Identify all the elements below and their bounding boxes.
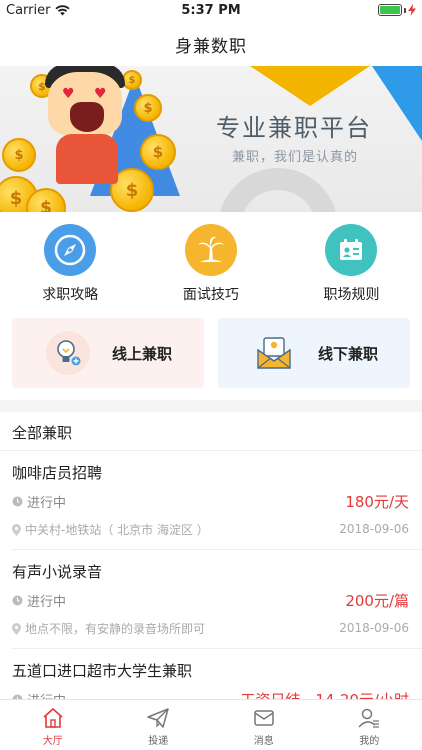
job-status-text: 进行中 [27,595,67,610]
mascot-mouth [70,102,104,132]
status-time: 5:37 PM [181,3,241,18]
banner-decor-ring [218,168,338,212]
job-status: 进行中 [12,591,66,610]
tab-messages[interactable]: 消息 [211,700,317,750]
job-status-text: 进行中 [27,496,67,511]
heart-eye-icon: ♥ [62,86,75,102]
section-title: 全部兼职 [12,424,73,442]
tab-deliver[interactable]: 投递 [106,700,212,750]
job-location: 地点不限，有安静的录音场所即可 [12,620,205,637]
job-list-item[interactable]: 咖啡店员招聘 进行中 180元/天 中关村-地铁站（ 北京市 海淀区 ） 201… [0,451,422,550]
location-pin-icon [12,523,21,536]
tab-label: 我的 [359,736,380,747]
job-pay: 180元/天 [345,493,409,511]
page-title: 身兼数职 [175,36,247,57]
palm-tree-icon [184,224,237,276]
coin-icon: $ [122,70,142,90]
job-date: 2018-09-06 [339,621,409,635]
coin-icon: $ [2,138,36,172]
coin-icon: $ [140,134,176,170]
job-date: 2018-09-06 [339,522,409,536]
nav-bar: 身兼数职 [0,22,422,66]
home-icon [43,707,63,728]
job-location-text: 地点不限，有安静的录音场所即可 [25,622,206,636]
quick-link-label: 职场规则 [323,287,380,303]
location-pin-icon [12,622,21,635]
tab-profile[interactable]: 我的 [317,700,422,750]
quick-link-interview-tips[interactable]: 面试技巧 [141,212,282,310]
status-bar: Carrier 5:37 PM [0,0,422,22]
mascot-body [56,134,118,184]
heart-eye-icon: ♥ [94,86,107,102]
tab-hall[interactable]: 大厅 [0,700,106,750]
charging-bolt-icon [408,4,416,16]
battery-icon [378,4,416,16]
tab-label: 投递 [148,736,169,747]
job-location: 中关村-地铁站（ 北京市 海淀区 ） [12,521,209,538]
banner-decor-triangle [372,66,422,156]
tab-label: 大厅 [42,736,63,747]
clock-icon [12,595,23,606]
job-title: 有声小说录音 [12,563,103,581]
quick-link-workplace-rules[interactable]: 职场规则 [281,212,422,310]
banner-subtitle: 兼职，我们是认真的 [232,150,359,165]
quick-link-label: 面试技巧 [182,287,239,303]
job-pay: 200元/篇 [345,592,409,610]
quick-link-job-guide[interactable]: 求职攻略 [0,212,141,310]
quick-link-label: 求职攻略 [42,287,99,303]
tab-bar: 大厅 投递 消息 我的 [0,699,422,750]
clock-icon [12,496,23,507]
user-icon [358,708,380,728]
job-title: 五道口进口超市大学生兼职 [12,662,193,680]
banner-decor-triangle [250,66,370,106]
banner-title: 专业兼职平台 [216,114,372,142]
offline-jobs-card[interactable]: 线下兼职 [218,318,410,388]
online-jobs-card[interactable]: 线上兼职 [12,318,204,388]
banner[interactable]: $ $ $ $ $ $ $ $ ♥ ♥ 专业兼职平台 兼职，我们是认真的 [0,66,422,212]
coin-icon: $ [134,94,162,122]
job-status: 进行中 [12,492,66,511]
mail-icon [254,710,274,726]
section-divider [0,400,422,412]
id-card-icon [325,224,378,276]
job-location-text: 中关村-地铁站（ 北京市 海淀区 ） [25,523,209,537]
paper-plane-icon [147,708,169,728]
job-title: 咖啡店员招聘 [12,464,103,482]
lightbulb-icon [42,327,94,379]
compass-icon [44,224,97,276]
job-list-item[interactable]: 有声小说录音 进行中 200元/篇 地点不限，有安静的录音场所即可 2018-0… [0,550,422,649]
offline-jobs-label: 线下兼职 [318,344,379,363]
quick-links: 求职攻略 面试技巧 职场规则 [0,212,422,310]
online-jobs-label: 线上兼职 [112,344,173,363]
tab-label: 消息 [253,736,274,747]
envelope-icon [248,327,300,379]
